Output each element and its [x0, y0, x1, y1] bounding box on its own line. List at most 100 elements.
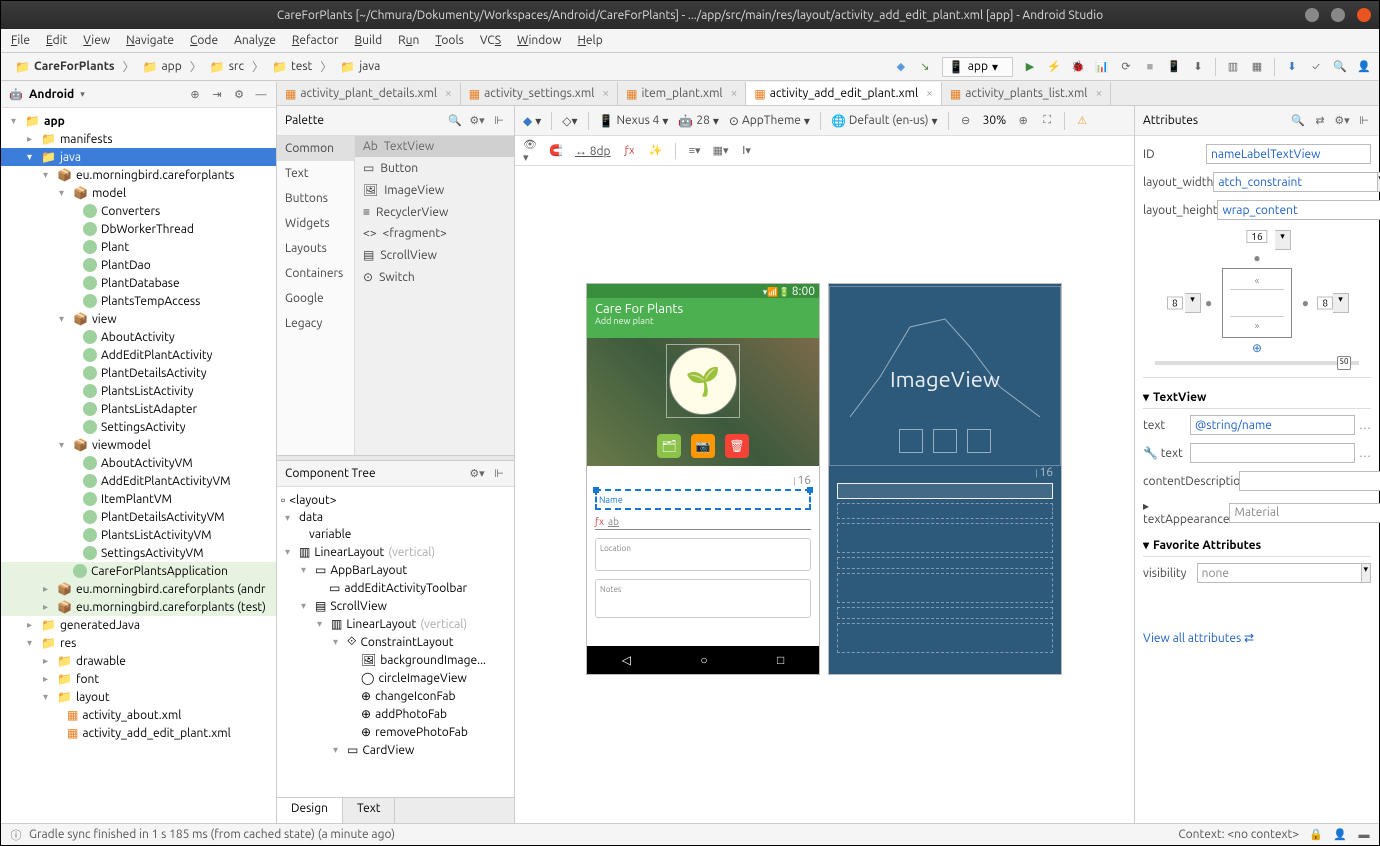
crumb-java[interactable]: 📁 java — [334, 58, 386, 76]
menu-tools[interactable]: Tools — [435, 34, 464, 47]
theme-select[interactable]: ⊙ AppTheme ▾ — [729, 114, 810, 128]
palette-cat[interactable]: Google — [277, 286, 354, 311]
lock-icon[interactable]: 🔒 — [1309, 828, 1323, 842]
stop-icon[interactable]: ■ — [1143, 60, 1157, 74]
crumb-src[interactable]: 📁 src — [204, 58, 250, 76]
palette-cat[interactable]: Common — [277, 136, 354, 161]
api-select[interactable]: 🤖 28 ▾ — [678, 114, 719, 128]
text-input[interactable] — [1190, 415, 1355, 435]
design-canvas[interactable]: ▾📶🔋 8:00 Care For Plants Add new plant 🌱… — [515, 166, 1134, 823]
palette-cat[interactable]: Text — [277, 161, 354, 186]
menu-edit[interactable]: Edit — [46, 34, 67, 47]
add-photo-fab[interactable]: 📷 — [691, 434, 715, 458]
target-icon[interactable]: ⊕ — [188, 88, 202, 102]
align-icon[interactable]: ≡▾ — [688, 144, 702, 158]
search-icon[interactable]: 🔍 — [448, 114, 462, 128]
orientation-select[interactable]: ◇▾ — [562, 114, 577, 128]
palette-cat[interactable]: Containers — [277, 261, 354, 286]
crumb-test[interactable]: 📁 test — [266, 58, 318, 76]
warning-icon[interactable]: ⚠ — [1075, 114, 1089, 128]
structure-icon[interactable]: ▥ — [1226, 60, 1240, 74]
swap-icon[interactable]: ⇄ — [1313, 114, 1327, 128]
tab-close-icon[interactable]: × — [445, 87, 452, 100]
remove-photo-fab[interactable]: 🗑 — [725, 434, 749, 458]
name-label-selected[interactable]: Name — [595, 489, 811, 510]
eye-icon[interactable]: 👁▾ — [523, 144, 537, 158]
view-all-attributes-link[interactable]: View all attributes ⇄ — [1143, 631, 1254, 645]
profiler-icon[interactable]: 📊 — [1095, 60, 1109, 74]
tab-close-icon[interactable]: × — [926, 87, 933, 100]
search-icon[interactable]: 🔍 — [1291, 114, 1305, 128]
tab-close-icon[interactable]: × — [731, 87, 738, 100]
content-desc-input[interactable] — [1239, 471, 1380, 491]
device-preview[interactable]: ▾📶🔋 8:00 Care For Plants Add new plant 🌱… — [587, 284, 819, 674]
tab[interactable]: ▦item_plant.xml× — [618, 82, 746, 105]
collapse-icon[interactable]: ⇥ — [210, 88, 224, 102]
palette-cat[interactable]: Legacy — [277, 311, 354, 336]
gear-icon[interactable]: ⚙ — [232, 88, 246, 102]
palette-item[interactable]: AbTextView — [355, 136, 514, 157]
hammer-icon[interactable]: ↘ — [918, 60, 932, 74]
blueprint-preview[interactable]: ImageView | 16 — [829, 284, 1061, 674]
palette-cat[interactable]: Widgets — [277, 211, 354, 236]
memory-icon[interactable]: ▬ — [1357, 828, 1371, 842]
sync-icon[interactable]: ◆ — [894, 60, 908, 74]
gear-icon[interactable]: ⚙▾ — [1335, 114, 1349, 128]
bias-slider[interactable]: 50 — [1337, 356, 1351, 370]
menu-code[interactable]: Code — [190, 34, 218, 47]
id-input[interactable] — [1206, 144, 1371, 164]
close-icon[interactable] — [1357, 8, 1371, 22]
palette-cat[interactable]: Layouts — [277, 236, 354, 261]
design-tab[interactable]: Design — [277, 798, 343, 823]
constraint-widget[interactable]: ● ● ● ⊕ « » 16▾ 8▾ 8▾ — [1143, 228, 1371, 378]
zoom-out-icon[interactable]: ⊖ — [959, 114, 973, 128]
git-commit-icon[interactable]: ✓ — [1309, 60, 1323, 74]
more-icon[interactable]: … — [1359, 419, 1371, 432]
hide-icon[interactable]: ⊩ — [1357, 114, 1371, 128]
gear-icon[interactable]: ⚙▾ — [470, 467, 484, 481]
menu-view[interactable]: View — [83, 34, 110, 47]
minimize-icon[interactable] — [1305, 8, 1319, 22]
menu-window[interactable]: Window — [517, 34, 561, 47]
info-icon[interactable]: ⓘ — [9, 828, 23, 842]
run-config-select[interactable]: 📱 app ▾ — [942, 57, 1013, 77]
menu-navigate[interactable]: Navigate — [126, 34, 174, 47]
wand-icon[interactable]: ✨ — [649, 144, 663, 158]
gear-icon[interactable]: ⚙▾ — [470, 114, 484, 128]
palette-item[interactable]: ▤ScrollView — [355, 244, 514, 266]
margin-select[interactable]: ↔ 8dp — [575, 144, 611, 158]
tab[interactable]: ▦activity_plant_details.xml× — [277, 82, 461, 105]
menu-help[interactable]: Help — [578, 34, 603, 47]
guidelines-icon[interactable]: Ⅰ▾ — [740, 144, 754, 158]
maximize-icon[interactable] — [1331, 8, 1345, 22]
menu-refactor[interactable]: Refactor — [292, 34, 339, 47]
menu-run[interactable]: Run — [398, 34, 419, 47]
surface-select[interactable]: ◆▾ — [523, 114, 541, 128]
more-icon[interactable]: … — [1359, 447, 1371, 460]
avd-icon[interactable]: 📱 — [1167, 60, 1181, 74]
hide-icon[interactable]: ⊩ — [492, 114, 506, 128]
search-icon[interactable]: 🔍 — [1333, 60, 1347, 74]
magnet-icon[interactable]: 🧲 — [549, 144, 563, 158]
locale-select[interactable]: 🌐 Default (en-us) ▾ — [831, 114, 938, 128]
process-icon[interactable]: 👤 — [1333, 828, 1347, 842]
menu-build[interactable]: Build — [355, 34, 383, 47]
run-icon[interactable]: ▶ — [1023, 60, 1037, 74]
palette-cat[interactable]: Buttons — [277, 186, 354, 211]
git-update-icon[interactable]: ⬇ — [1285, 60, 1299, 74]
tab-active[interactable]: ▦activity_add_edit_plant.xml× — [746, 82, 942, 105]
palette-item[interactable]: ▭Button — [355, 157, 514, 179]
debug-icon[interactable]: 🐞 — [1071, 60, 1085, 74]
crumb-app[interactable]: 📁 app — [137, 58, 188, 76]
project-tree[interactable]: ▾📁 app ▸📁 manifests ▾📁 java ▾📦 eu.mornin… — [1, 108, 276, 823]
zoom-fit-icon[interactable]: ⛶ — [1040, 114, 1054, 128]
hide-icon[interactable]: ⊩ — [492, 467, 506, 481]
palette-item[interactable]: <><fragment> — [355, 223, 514, 244]
palette-item[interactable]: ⊙Switch — [355, 266, 514, 288]
component-tree[interactable]: ▫ <layout> ▾data variable ▾▥ LinearLayou… — [277, 487, 514, 797]
palette-item[interactable]: 🖼ImageView — [355, 179, 514, 201]
dropdown-icon[interactable]: ▾ — [1362, 563, 1371, 583]
tab[interactable]: ▦activity_settings.xml× — [461, 82, 618, 105]
hide-icon[interactable]: — — [254, 88, 268, 102]
sdk-icon[interactable]: ⬇ — [1191, 60, 1205, 74]
